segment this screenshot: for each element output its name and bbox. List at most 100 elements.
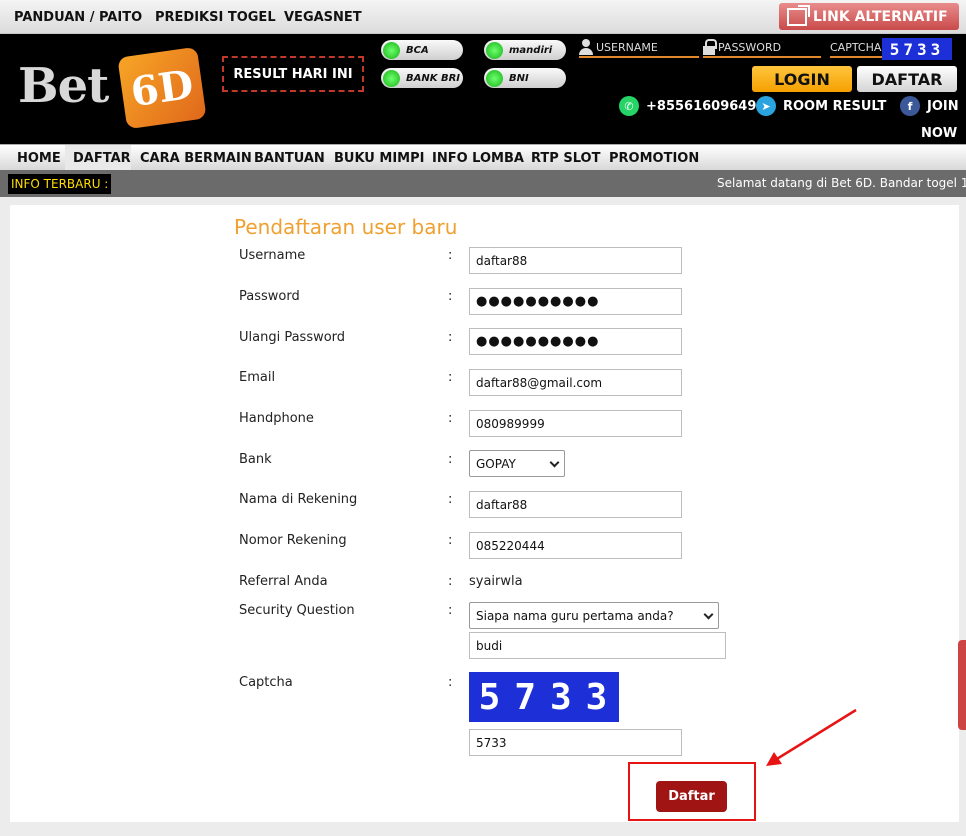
join-label: JOIN [927, 98, 959, 114]
logo[interactable]: Bet [18, 58, 109, 114]
user-icon [579, 39, 593, 55]
bank-select-value: GOPAY [476, 456, 516, 471]
telegram-icon: ➤ [756, 96, 776, 116]
rekening-name-input[interactable]: daftar88 [469, 491, 682, 518]
external-link-icon [787, 4, 810, 26]
top-link-vegasnet[interactable]: VEGASNET [284, 10, 362, 25]
nav-info-lomba[interactable]: INFO LOMBA [432, 151, 524, 166]
username-label: Username [239, 248, 306, 263]
referral-value: syairwla [469, 574, 523, 589]
password-placeholder: PASSWORD [718, 40, 782, 54]
security-question-select[interactable]: Siapa nama guru pertama anda? [469, 602, 719, 629]
background-decoration [958, 640, 966, 730]
online-dot-icon [383, 69, 400, 87]
bank-name: mandiri [509, 44, 553, 56]
bank-label: Bank [239, 452, 272, 467]
colon: : [448, 675, 453, 690]
colon: : [448, 452, 453, 467]
nav-home[interactable]: HOME [17, 151, 61, 166]
nav-daftar[interactable]: DAFTAR [73, 151, 131, 166]
bank-status-bni: BNI [484, 68, 566, 88]
colon: : [448, 330, 453, 345]
bank-status-bri: BANK BRI [381, 68, 463, 88]
colon: : [448, 492, 453, 507]
username-placeholder: USERNAME [596, 40, 658, 54]
colon: : [448, 603, 453, 618]
email-label: Email [239, 370, 276, 385]
username-input[interactable]: daftar88 [469, 247, 682, 274]
password-input[interactable]: ●●●●●●●●●● [469, 288, 682, 315]
online-dot-icon [486, 69, 503, 87]
security-answer-input[interactable]: budi [469, 632, 726, 659]
captcha-image: 5733 [469, 672, 619, 722]
colon: : [448, 411, 453, 426]
colon: : [448, 248, 453, 263]
site-header: Bet 6D RESULT HARI INI BCA mandiri BANK … [0, 34, 966, 144]
colon: : [448, 533, 453, 548]
bank-status-bca: BCA [381, 40, 463, 60]
ticker-message: Selamat datang di Bet 6D. Bandar togel 1 [717, 176, 966, 190]
now-label[interactable]: NOW [921, 126, 957, 141]
daftar-header-button[interactable]: DAFTAR [857, 66, 957, 92]
chevron-down-icon [549, 457, 560, 468]
handphone-label: Handphone [239, 411, 314, 426]
bank-name: BCA [406, 44, 429, 56]
room-result-label: ROOM RESULT [783, 98, 887, 114]
confirm-password-input[interactable]: ●●●●●●●●●● [469, 328, 682, 355]
room-result-link[interactable]: ➤ ROOM RESULT [756, 96, 886, 116]
login-username-field[interactable]: USERNAME [579, 38, 699, 58]
bank-status-mandiri: mandiri [484, 40, 566, 60]
whatsapp-contact[interactable]: ✆ +85561609649 [619, 96, 756, 116]
main-nav: HOME DAFTAR CARA BERMAIN BANTUAN BUKU MI… [0, 144, 966, 171]
nav-cara-bermain[interactable]: CARA BERMAIN [140, 151, 252, 166]
login-button[interactable]: LOGIN [752, 66, 852, 92]
top-bar: PANDUAN / PAITO PREDIKSI TOGEL VEGASNET … [0, 0, 966, 34]
login-captcha-field[interactable]: CAPTCHA [830, 38, 882, 58]
captcha-label: Captcha [239, 675, 293, 690]
facebook-icon: f [900, 96, 920, 116]
security-question-label: Security Question [239, 603, 355, 618]
link-alternatif-button[interactable]: LINK ALTERNATIF [779, 3, 959, 30]
handphone-input[interactable]: 080989999 [469, 410, 682, 437]
logo-mark[interactable]: 6D [117, 46, 207, 130]
whatsapp-icon: ✆ [619, 96, 639, 116]
online-dot-icon [486, 41, 503, 59]
nav-rtp-slot[interactable]: RTP SLOT [531, 151, 600, 166]
login-password-field[interactable]: PASSWORD [703, 38, 821, 58]
online-dot-icon [383, 41, 400, 59]
captcha-placeholder: CAPTCHA [830, 40, 882, 54]
link-alternatif-label: LINK ALTERNATIF [813, 8, 948, 25]
captcha-image-small: 5733 [882, 38, 952, 60]
rekening-number-label: Nomor Rekening [239, 533, 347, 548]
top-link-panduan[interactable]: PANDUAN / PAITO [14, 10, 142, 25]
nav-buku-mimpi[interactable]: BUKU MIMPI [334, 151, 424, 166]
chevron-down-icon [703, 609, 714, 620]
ticker-label: INFO TERBARU : [8, 174, 112, 194]
top-link-prediksi[interactable]: PREDIKSI TOGEL [155, 10, 276, 25]
rekening-name-label: Nama di Rekening [239, 492, 358, 507]
lock-icon [703, 39, 717, 55]
whatsapp-number: +85561609649 [646, 98, 757, 114]
confirm-password-label: Ulangi Password [239, 330, 346, 345]
nav-promotion[interactable]: PROMOTION [609, 151, 699, 166]
logo-mark-text: 6D [127, 60, 197, 116]
daftar-submit-button[interactable]: Daftar [656, 781, 727, 812]
nav-bantuan[interactable]: BANTUAN [254, 151, 325, 166]
form-title: Pendaftaran user baru [234, 215, 458, 239]
info-ticker: INFO TERBARU : Selamat datang di Bet 6D.… [0, 170, 966, 197]
email-input[interactable]: daftar88@gmail.com [469, 369, 682, 396]
bank-name: BNI [509, 72, 529, 84]
bank-name: BANK BRI [406, 72, 461, 84]
bank-select[interactable]: GOPAY [469, 450, 565, 477]
colon: : [448, 370, 453, 385]
password-label: Password [239, 289, 300, 304]
referral-label: Referral Anda [239, 574, 328, 589]
pointer-arrow-icon [766, 708, 857, 766]
colon: : [448, 574, 453, 589]
result-hari-ini-button[interactable]: RESULT HARI INI [222, 56, 364, 92]
security-question-value: Siapa nama guru pertama anda? [476, 608, 674, 623]
colon: : [448, 289, 453, 304]
captcha-input[interactable]: 5733 [469, 729, 682, 756]
join-facebook-link[interactable]: f JOIN [900, 96, 959, 116]
rekening-number-input[interactable]: 085220444 [469, 532, 682, 559]
